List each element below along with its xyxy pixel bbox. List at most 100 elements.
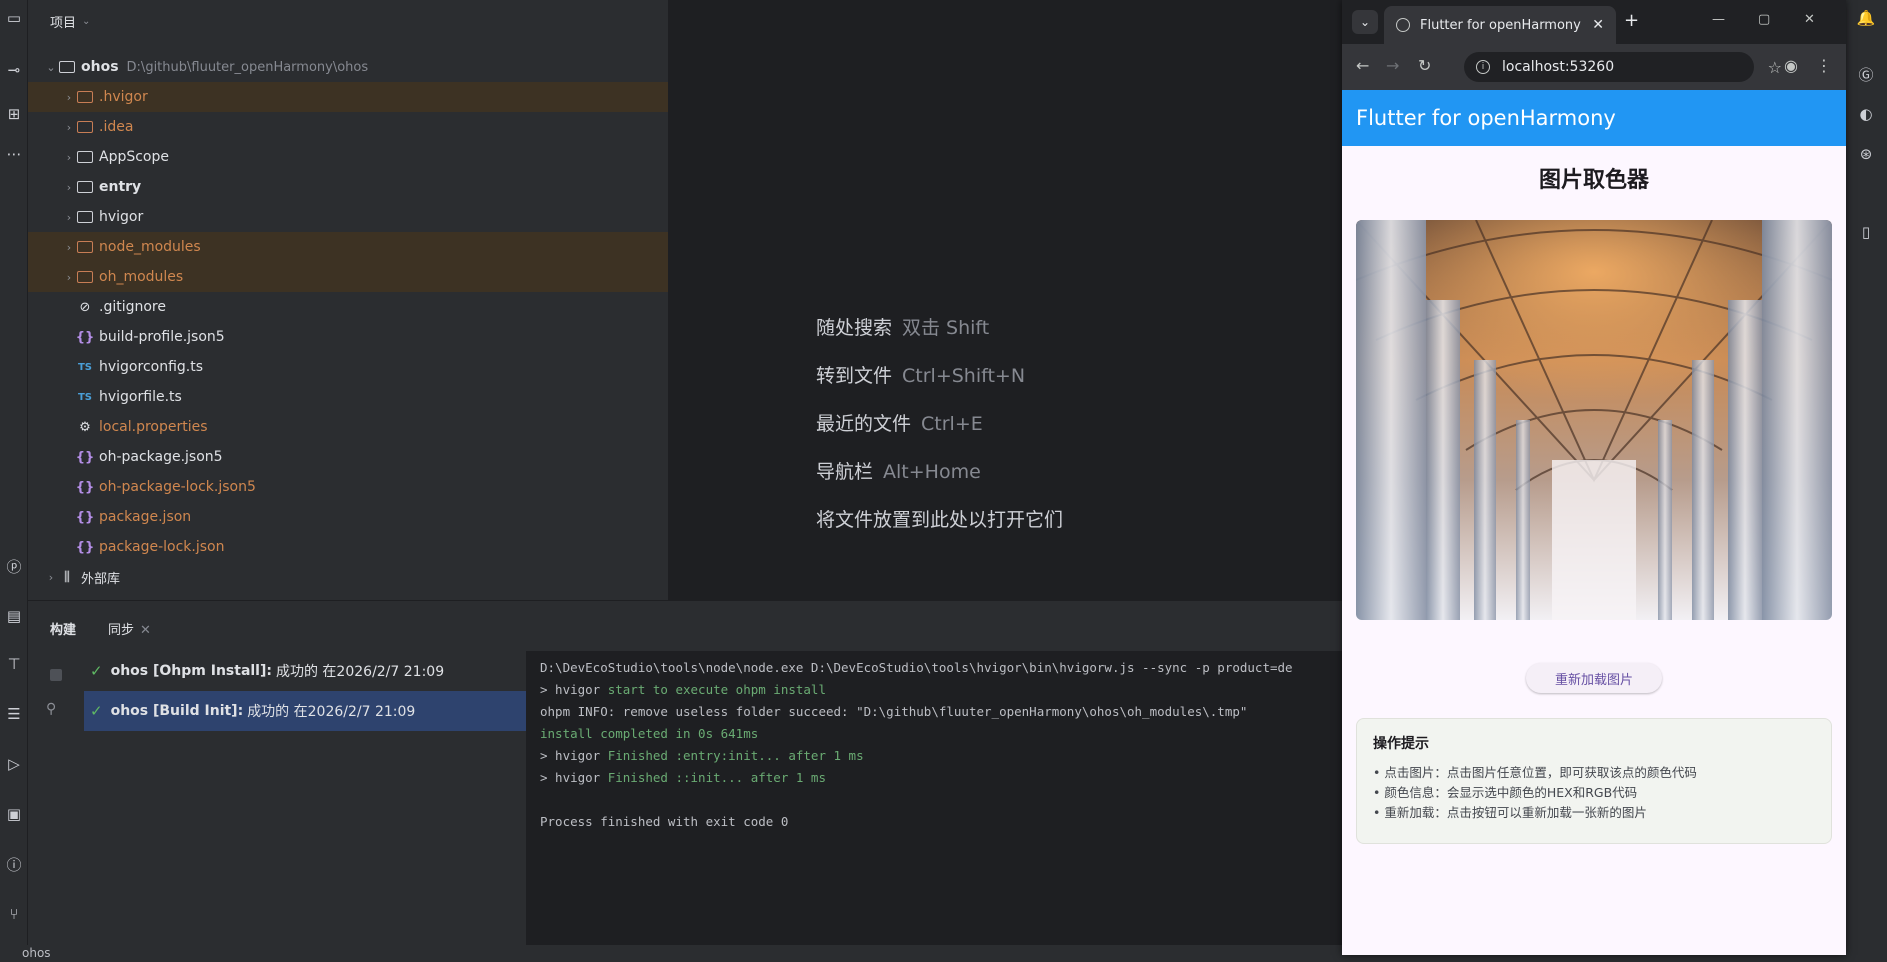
expanded-arrow-icon[interactable]: ⌄ [44,61,58,74]
layout-icon[interactable]: ▤ [0,602,28,630]
problems-icon[interactable]: ⓘ [0,850,28,878]
hint-label: 导航栏 [816,461,874,483]
collapsed-arrow-icon[interactable]: › [62,241,76,254]
tree-row-hvigor-hidden[interactable]: › .hvigor [28,82,668,112]
bookmark-star-icon[interactable]: ☆ [1768,58,1782,77]
tree-item-path: D:\github\fluuter_openHarmony\ohos [126,59,369,75]
browser-tab[interactable]: Flutter for openHarmony ✕ [1384,6,1616,44]
site-info-icon[interactable]: i [1476,60,1490,74]
tree-row-hvigorconfig[interactable]: TS hvigorconfig.ts [28,352,668,382]
gradle-g-icon[interactable]: Ⓖ [1852,60,1880,88]
collapsed-arrow-icon[interactable]: › [62,151,76,164]
folder-icon [76,209,94,225]
tree-row-local-properties[interactable]: ⚙ local.properties [28,412,668,442]
console-line: > hvigor start to execute ohpm install [540,682,826,697]
tree-row-hvigorfile[interactable]: TS hvigorfile.ts [28,382,668,412]
minimize-icon[interactable]: — [1712,12,1725,27]
console-line: > hvigor Finished ::init... after 1 ms [540,770,826,785]
reload-image-button[interactable]: 重新加载图片 [1526,663,1662,693]
build-item-ohpm-install[interactable]: ✓ ohos [Ohpm Install]: 成功的 在2026/2/7 21:… [84,651,526,691]
browser-window: ⌄ Flutter for openHarmony ✕ + — ▢ ✕ ← → … [1342,0,1846,955]
address-bar[interactable]: i localhost:53260 ☆ [1464,52,1782,82]
tree-row-gitignore[interactable]: ⊘ .gitignore [28,292,668,322]
tab-sync[interactable]: 同步 ✕ [108,619,151,638]
close-icon[interactable]: ✕ [140,623,151,638]
browser-tab-bar: ⌄ Flutter for openHarmony ✕ + — ▢ ✕ [1342,0,1846,44]
build-hammer-icon[interactable]: ⊤ [0,650,28,678]
cathedral-vault-image[interactable] [1356,220,1832,620]
structure-icon[interactable]: ⊞ [0,100,28,128]
device-manager-icon[interactable]: ⊛ [1852,140,1880,168]
tab-build[interactable]: 构建 [50,619,76,638]
more-icon[interactable]: ⋯ [0,140,28,168]
tab-search-dropdown-icon[interactable]: ⌄ [1352,10,1378,34]
phone-icon[interactable]: ▯ [1852,218,1880,246]
run-icon[interactable]: ▷ [0,750,28,778]
close-window-icon[interactable]: ✕ [1804,12,1815,27]
tree-item-label: node_modules [99,239,201,255]
console-line: D:\DevEcoStudio\tools\node\node.exe D:\D… [540,660,1293,675]
console-line: ohpm INFO: remove useless folder succeed… [540,704,1248,719]
tree-row-ohos[interactable]: ⌄ ohos D:\github\fluuter_openHarmony\oho… [28,52,668,82]
tree-item-label: ohos [81,59,119,75]
stop-icon[interactable] [50,669,62,681]
back-arrow-icon[interactable]: ← [1356,56,1369,75]
tree-row-package-json[interactable]: {} package.json [28,502,668,532]
forward-arrow-icon[interactable]: → [1386,56,1399,75]
hint-goto-file: 转到文件 Ctrl+Shift+N [816,361,1025,388]
menu-kebab-icon[interactable]: ⋮ [1816,56,1832,75]
status-project-name[interactable]: ohos [22,946,51,960]
tree-row-oh-modules[interactable]: › oh_modules [28,262,668,292]
plugin-p-icon[interactable]: ⓟ [0,552,28,580]
hint-shortcut: Ctrl+Shift+N [902,365,1026,387]
tree-row-hvigor[interactable]: › hvigor [28,202,668,232]
swirl-icon[interactable]: ◐ [1852,100,1880,128]
tree-row-entry[interactable]: › entry [28,172,668,202]
collapsed-arrow-icon[interactable]: › [62,211,76,224]
commit-icon[interactable]: ⊸ [0,56,28,84]
hint-navigation-bar: 导航栏 Alt+Home [816,457,981,484]
collapsed-arrow-icon[interactable]: › [62,181,76,194]
tree-row-oh-package-lock[interactable]: {} oh-package-lock.json5 [28,472,668,502]
project-folder-icon[interactable]: ▭ [0,4,28,32]
tree-row-build-profile[interactable]: {} build-profile.json5 [28,322,668,352]
collapsed-arrow-icon[interactable]: › [62,121,76,134]
new-tab-plus-icon[interactable]: + [1624,10,1639,31]
folder-icon [76,239,94,255]
pin-icon[interactable]: ⚲ [46,701,56,717]
app-bar-title: Flutter for openHarmony [1356,106,1616,130]
hint-label: 随处搜索 [816,317,893,339]
maximize-icon[interactable]: ▢ [1758,12,1770,27]
hint-drop-files: 将文件放置到此处以打开它们 [816,505,1063,532]
tree-item-label: .idea [99,119,134,135]
git-icon[interactable]: ⑂ [0,900,28,928]
build-item-status: 成功的 在2026/2/7 21:09 [247,704,416,720]
tree-row-idea[interactable]: › .idea [28,112,668,142]
tree-row-appscope[interactable]: › AppScope [28,142,668,172]
reload-icon[interactable]: ↻ [1418,56,1431,75]
collapsed-arrow-icon[interactable]: › [62,91,76,104]
tree-row-oh-package[interactable]: {} oh-package.json5 [28,442,668,472]
tree-row-node-modules[interactable]: › node_modules [28,232,668,262]
hint-label: 最近的文件 [816,413,912,435]
cathedral-photo[interactable] [1356,220,1832,620]
build-console-output[interactable]: D:\DevEcoStudio\tools\node\node.exe D:\D… [526,651,1342,946]
tree-item-label: oh-package.json5 [99,449,223,465]
profile-icon[interactable]: ◉ [1784,56,1798,75]
tree-row-external-libraries[interactable]: › ⫼ 外部库 [28,562,668,592]
tree-item-label: local.properties [99,419,208,435]
build-item-status: 成功的 在2026/2/7 21:09 [275,664,445,680]
tab-sync-label: 同步 [108,623,135,638]
notifications-bell-icon[interactable]: 🔔 [1852,4,1880,32]
tree-row-package-lock[interactable]: {} package-lock.json [28,532,668,562]
tree-item-label: oh-package-lock.json5 [99,479,256,495]
tips-card: 操作提示 • 点击图片：点击图片任意位置，即可获取该点的颜色代码 • 颜色信息：… [1356,718,1832,844]
collapsed-arrow-icon[interactable]: › [44,571,58,584]
terminal-icon[interactable]: ▣ [0,800,28,828]
project-panel-header[interactable]: 项目 ⌄ [50,12,90,31]
collapsed-arrow-icon[interactable]: › [62,271,76,284]
log-icon[interactable]: ☰ [0,700,28,728]
build-item-build-init[interactable]: ✓ ohos [Build Init]: 成功的 在2026/2/7 21:09 [84,691,526,731]
close-tab-icon[interactable]: ✕ [1592,17,1604,33]
folder-icon [76,119,94,135]
